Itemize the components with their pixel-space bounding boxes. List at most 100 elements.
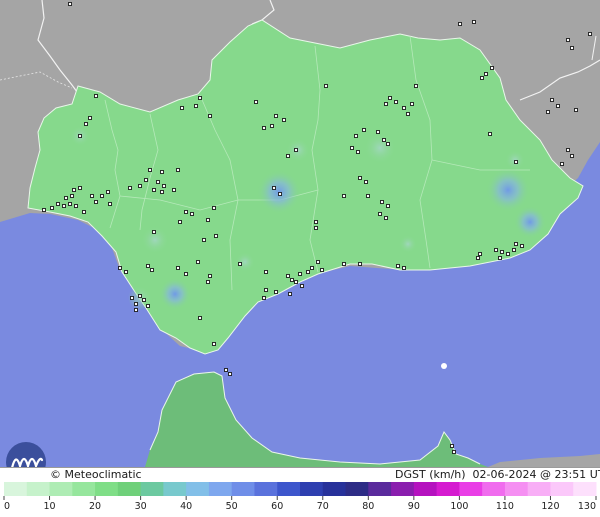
station-marker: [84, 122, 88, 126]
color-scale-tick-label: 20: [89, 501, 101, 512]
station-marker: [324, 84, 328, 88]
color-scale-band: [527, 482, 551, 496]
station-marker: [288, 292, 292, 296]
station-marker: [498, 256, 502, 260]
color-scale-band: [117, 482, 142, 496]
station-marker: [138, 294, 142, 298]
station-marker: [314, 220, 318, 224]
station-marker: [198, 316, 202, 320]
station-marker: [394, 100, 398, 104]
station-marker: [134, 302, 138, 306]
station-marker: [224, 368, 228, 372]
station-marker: [262, 296, 266, 300]
station-marker: [118, 266, 122, 270]
station-marker: [362, 128, 366, 132]
station-marker: [212, 206, 216, 210]
station-marker: [512, 248, 516, 252]
color-scale-band: [550, 482, 574, 496]
station-marker: [384, 102, 388, 106]
station-marker: [450, 444, 454, 448]
station-marker: [278, 192, 282, 196]
color-scale-tick-label: 110: [496, 501, 514, 512]
station-marker: [396, 264, 400, 268]
station-marker: [478, 252, 482, 256]
station-marker: [264, 270, 268, 274]
station-marker: [316, 260, 320, 264]
gust-spot: [257, 170, 301, 214]
color-scale-bands: [4, 482, 597, 496]
station-marker: [130, 296, 134, 300]
color-scale-band: [49, 482, 73, 496]
station-marker: [148, 168, 152, 172]
color-scale-tick-label: 120: [541, 501, 559, 512]
station-marker: [90, 194, 94, 198]
station-marker: [150, 268, 154, 272]
station-marker: [82, 210, 86, 214]
color-scale-tick-label: 70: [317, 501, 329, 512]
station-marker: [410, 102, 414, 106]
station-marker: [380, 200, 384, 204]
color-scale-tick-label: 90: [408, 501, 420, 512]
station-marker: [298, 272, 302, 276]
footer-bar: © Meteoclimatic DGST (km/h) 02-06-2024 @…: [0, 467, 600, 482]
station-marker: [88, 116, 92, 120]
station-marker: [366, 194, 370, 198]
station-marker: [378, 212, 382, 216]
color-scale-band: [345, 482, 369, 496]
station-marker: [570, 154, 574, 158]
station-marker: [196, 260, 200, 264]
color-scale-band: [436, 482, 460, 496]
station-marker: [314, 226, 318, 230]
time-label: 23:51: [554, 468, 587, 481]
station-marker: [78, 186, 82, 190]
station-marker: [160, 170, 164, 174]
station-marker: [388, 96, 392, 100]
color-scale-band: [277, 482, 301, 496]
color-scale-band: [26, 482, 51, 496]
station-marker: [386, 142, 390, 146]
station-marker: [68, 202, 72, 206]
station-marker: [272, 186, 276, 190]
color-scale-band: [391, 482, 415, 496]
station-marker: [78, 134, 82, 138]
station-marker: [254, 100, 258, 104]
station-marker: [476, 256, 480, 260]
gust-spot: [399, 235, 417, 253]
station-marker: [306, 270, 310, 274]
color-scale-band: [322, 482, 347, 496]
brand-credit: © Meteoclimatic: [50, 468, 142, 481]
station-marker: [570, 46, 574, 50]
station-marker: [550, 98, 554, 102]
station-marker: [402, 266, 406, 270]
station-marker: [146, 264, 150, 268]
gust-spot: [505, 150, 525, 170]
color-scale-legend: 0 10 20 30 40 50 60 70 80 90 100 110 120 130: [3, 482, 597, 512]
station-marker: [64, 196, 68, 200]
station-marker: [94, 200, 98, 204]
station-marker: [70, 194, 74, 198]
station-marker: [356, 150, 360, 154]
station-marker: [364, 180, 368, 184]
station-marker: [386, 204, 390, 208]
station-marker: [488, 132, 492, 136]
station-marker: [384, 216, 388, 220]
station-marker: [262, 126, 266, 130]
station-marker: [406, 112, 410, 116]
color-scale-band: [231, 482, 255, 496]
station-marker: [198, 96, 202, 100]
station-marker: [108, 202, 112, 206]
station-marker: [270, 124, 274, 128]
station-marker: [146, 304, 150, 308]
station-marker: [160, 190, 164, 194]
station-marker: [228, 372, 232, 376]
station-marker: [520, 244, 524, 248]
station-marker: [144, 178, 148, 182]
station-marker: [74, 204, 78, 208]
station-marker: [358, 176, 362, 180]
color-scale-tick-label: 40: [180, 501, 192, 512]
color-scale-band: [4, 482, 28, 496]
station-marker: [138, 184, 142, 188]
station-marker: [274, 290, 278, 294]
station-marker: [152, 230, 156, 234]
station-marker: [152, 188, 156, 192]
